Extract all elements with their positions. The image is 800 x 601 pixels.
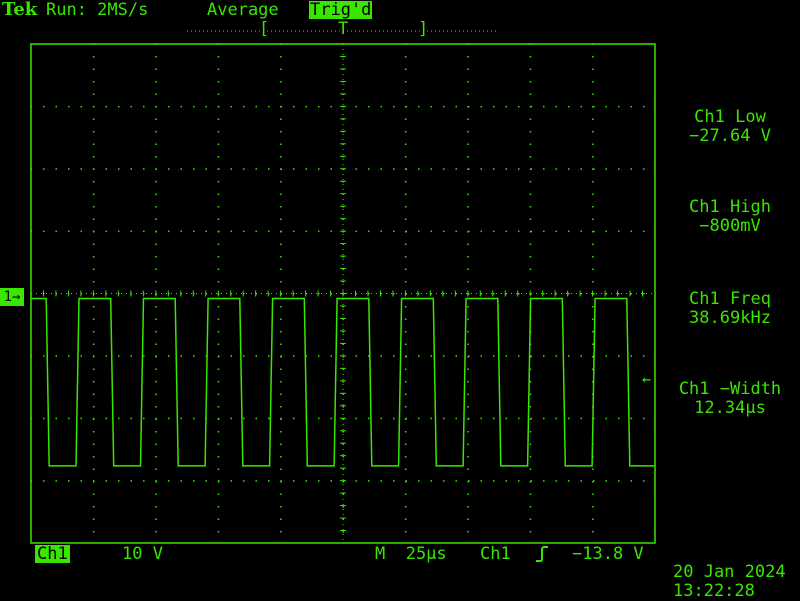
measurement-label: Ch1 Low — [694, 107, 766, 127]
measurement-ch1-high: Ch1 High −800mV — [660, 198, 800, 236]
measurement-ch1-low: Ch1 Low −27.64 V — [660, 108, 800, 146]
graticule-grid — [30, 43, 655, 543]
date: 20 Jan 2024 — [673, 562, 786, 582]
timebase: M 25µs — [375, 544, 447, 564]
measurement-ch1-neg-width: Ch1 −Width 12.34µs — [660, 380, 800, 418]
trigger-level-arrow-icon: ← — [642, 370, 652, 388]
measurement-label: Ch1 High — [689, 197, 771, 217]
measurement-value: 38.69kHz — [689, 308, 771, 328]
measurement-label: Ch1 Freq — [689, 289, 771, 309]
measurement-value: −27.64 V — [689, 126, 771, 146]
measurement-value: −800mV — [699, 216, 761, 236]
time: 13:22:28 — [673, 581, 755, 601]
measurement-value: 12.34µs — [694, 398, 766, 418]
volts-per-div: 10 V — [122, 544, 163, 564]
measurement-ch1-freq: Ch1 Freq 38.69kHz — [660, 290, 800, 328]
trigger-rising-edge-icon — [536, 546, 548, 562]
trigger-level: −13.8 V — [572, 544, 644, 564]
trigger-source: Ch1 — [480, 544, 511, 564]
channel1-label: Ch1 — [35, 544, 70, 564]
measurement-label: Ch1 −Width — [678, 379, 782, 399]
channel1-ground-marker: 1→ — [0, 288, 24, 306]
